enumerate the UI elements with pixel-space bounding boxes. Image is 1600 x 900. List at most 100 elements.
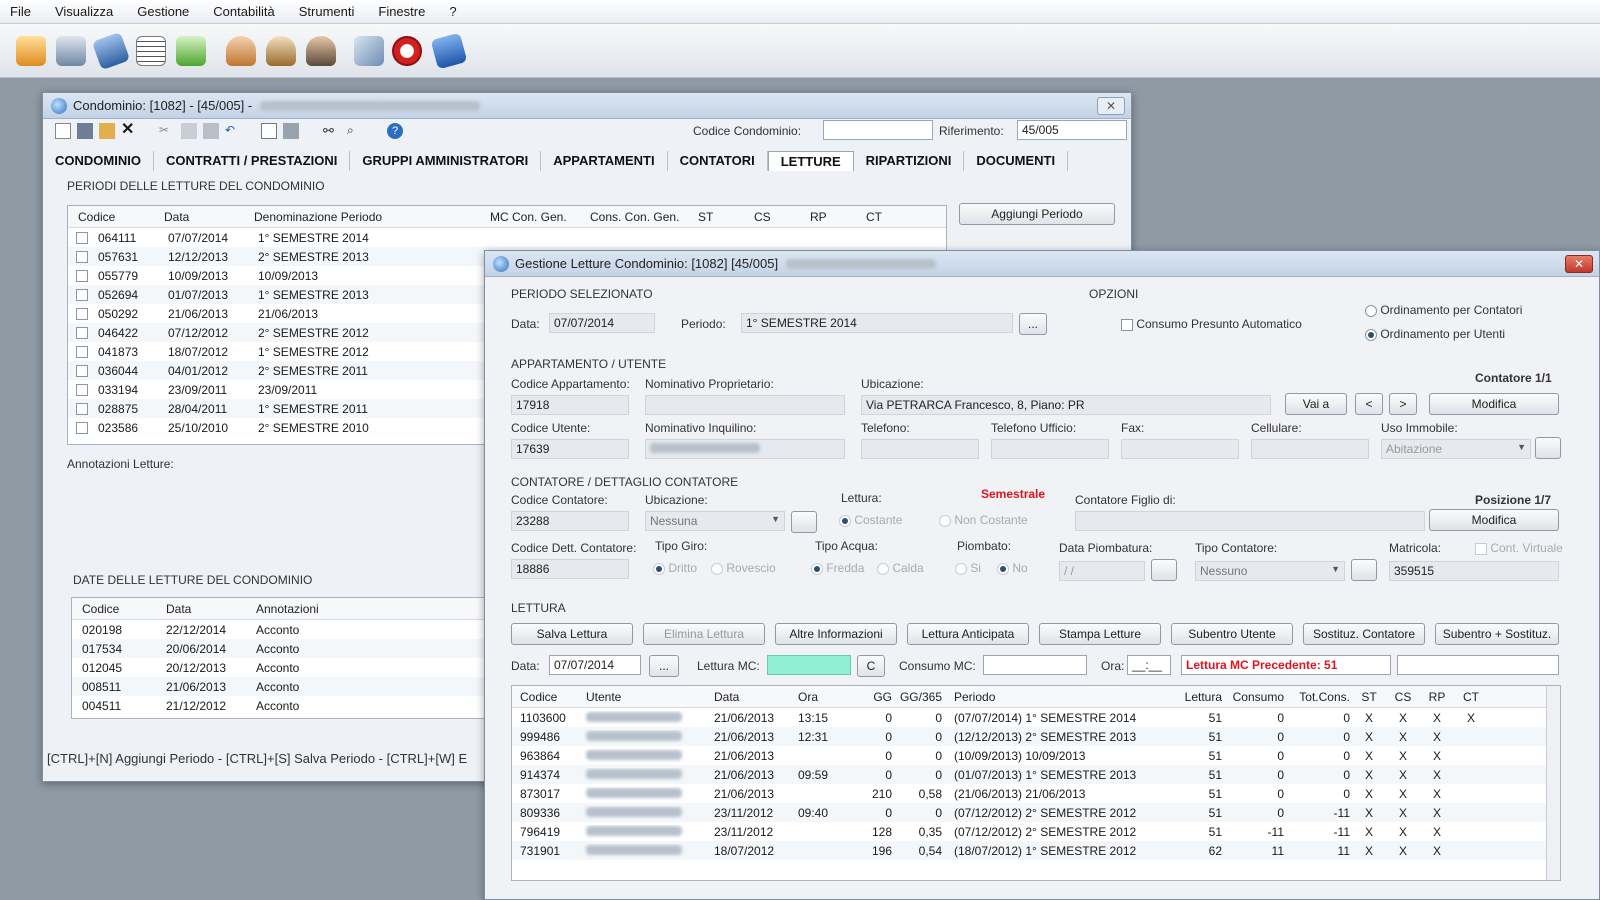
table-row[interactable]: 999486 21/06/2013 12:31 0 0 (12/12/2013) 2° S… — [512, 727, 1560, 746]
prev-button[interactable]: < — [1355, 393, 1383, 415]
book-icon[interactable] — [91, 31, 131, 71]
lettura-anticipata-button[interactable]: Lettura Anticipata — [907, 623, 1029, 645]
uso-select[interactable]: Abitazione ▼ — [1381, 439, 1531, 459]
row-checkbox[interactable] — [76, 383, 88, 396]
close-button[interactable]: ✕ — [1565, 255, 1593, 273]
elimina-lettura-button[interactable]: Elimina Lettura — [643, 623, 765, 645]
tipo-cont-select[interactable]: Nessuno ▼ — [1195, 561, 1345, 581]
check-icon[interactable] — [176, 36, 206, 66]
row-checkbox[interactable] — [76, 364, 88, 377]
data-piomb-button[interactable] — [1151, 559, 1177, 581]
uso-button[interactable] — [1535, 437, 1561, 459]
tab-appartamenti[interactable]: APPARTAMENTI — [541, 151, 668, 171]
close-button[interactable]: ✕ — [1097, 97, 1125, 115]
modifica-app-button[interactable]: Modifica — [1429, 393, 1559, 415]
next-button[interactable]: > — [1389, 393, 1417, 415]
user-icon[interactable] — [226, 36, 256, 66]
ord-contatori-radio[interactable] — [1365, 304, 1377, 317]
row-checkbox[interactable] — [76, 250, 88, 263]
tab-condominio[interactable]: CONDOMINIO — [43, 151, 154, 171]
c-button[interactable]: C — [857, 655, 885, 677]
tab-documenti[interactable]: DOCUMENTI — [964, 151, 1069, 171]
table-row[interactable]: 008511 21/06/2013 Acconto — [72, 677, 490, 696]
table-row[interactable]: 004511 21/12/2012 Acconto — [72, 696, 490, 715]
table-row[interactable]: 873017 21/06/2013 210 0,58 (21/06/2013) 21/0… — [512, 784, 1560, 803]
vai-a-button[interactable]: Vai a — [1285, 393, 1347, 415]
clock-icon[interactable] — [392, 36, 422, 66]
home-icon[interactable] — [16, 36, 46, 66]
users-icon[interactable] — [266, 36, 296, 66]
preview-icon[interactable] — [261, 123, 277, 139]
cut-icon[interactable]: ✂ — [159, 123, 175, 139]
delete-icon[interactable]: ✕ — [121, 122, 137, 139]
tab-ripartizioni[interactable]: RIPARTIZIONI — [854, 151, 965, 171]
subentro-sostituz-button[interactable]: Subentro + Sostituz. — [1435, 623, 1559, 645]
row-checkbox[interactable] — [76, 345, 88, 358]
row-checkbox[interactable] — [76, 231, 88, 244]
undo-icon[interactable]: ↶ — [225, 123, 241, 139]
table-row[interactable]: 914374 21/06/2013 09:59 0 0 (01/07/2013) 1° S… — [512, 765, 1560, 784]
aggiungi-periodo-button[interactable]: Aggiungi Periodo — [959, 203, 1115, 225]
ord-contatori-option[interactable]: Ordinamento per Contatori — [1365, 303, 1522, 317]
row-checkbox[interactable] — [76, 288, 88, 301]
table-row[interactable]: 731901 18/07/2012 196 0,54 (18/07/2012) 1° S… — [512, 841, 1560, 860]
menu-help[interactable]: ? — [449, 4, 456, 19]
tab-letture[interactable]: LETTURE — [767, 151, 854, 171]
menu-contabilita[interactable]: Contabilità — [213, 4, 274, 19]
stampa-letture-button[interactable]: Stampa Letture — [1039, 623, 1161, 645]
periodo-browse-button[interactable]: ... — [1019, 313, 1047, 335]
lettura-mc-input[interactable] — [767, 655, 851, 675]
tab-contatori[interactable]: CONTATORI — [668, 151, 768, 171]
edit-icon[interactable] — [99, 123, 115, 139]
search-icon[interactable]: ⌕ — [347, 123, 363, 139]
letture-scrollbar[interactable] — [1546, 686, 1560, 880]
data2-picker-button[interactable]: ... — [649, 655, 679, 677]
ord-utenti-option[interactable]: Ordinamento per Utenti — [1365, 327, 1505, 341]
menu-finestre[interactable]: Finestre — [378, 4, 425, 19]
subentro-utente-button[interactable]: Subentro Utente — [1171, 623, 1293, 645]
consumo-mc-input[interactable] — [983, 655, 1087, 675]
ubic2-select[interactable]: Nessuna ▼ — [645, 511, 785, 531]
row-checkbox[interactable] — [76, 307, 88, 320]
new-icon[interactable] — [55, 123, 71, 139]
ora-input[interactable]: __:__ — [1127, 655, 1171, 675]
document-list-icon[interactable] — [136, 36, 166, 66]
help-icon[interactable]: ? — [387, 123, 403, 139]
row-checkbox[interactable] — [76, 269, 88, 282]
tipo-cont-button[interactable] — [1351, 559, 1377, 581]
salva-lettura-button[interactable]: Salva Lettura — [511, 623, 633, 645]
menu-visualizza[interactable]: Visualizza — [55, 4, 113, 19]
person-icon[interactable] — [306, 36, 336, 66]
menu-strumenti[interactable]: Strumenti — [299, 4, 355, 19]
menu-gestione[interactable]: Gestione — [137, 4, 189, 19]
manual-icon[interactable] — [430, 32, 468, 70]
row-checkbox[interactable] — [76, 402, 88, 415]
table-row[interactable]: 012045 20/12/2013 Acconto — [72, 658, 490, 677]
table-row[interactable]: 020198 22/12/2014 Acconto — [72, 620, 490, 639]
table-row[interactable]: 796419 23/11/2012 128 0,35 (07/12/2012) 2° S… — [512, 822, 1560, 841]
archive-icon[interactable] — [56, 36, 86, 66]
table-row[interactable]: 017534 20/06/2014 Acconto — [72, 639, 490, 658]
ord-utenti-radio[interactable] — [1365, 328, 1377, 341]
table-row[interactable]: 809336 23/11/2012 09:40 0 0 (07/12/2012) 2° S… — [512, 803, 1560, 822]
row-checkbox[interactable] — [76, 421, 88, 434]
tab-gruppi[interactable]: GRUPPI AMMINISTRATORI — [350, 151, 542, 171]
tab-contratti[interactable]: CONTRATTI / PRESTAZIONI — [154, 151, 351, 171]
consumo-presunto-checkbox[interactable] — [1121, 318, 1133, 331]
modifica-cont-button[interactable]: Modifica — [1429, 509, 1559, 531]
copy-icon[interactable] — [181, 123, 197, 139]
ubic2-button[interactable] — [791, 511, 817, 533]
consumo-presunto-option[interactable]: Consumo Presunto Automatico — [1121, 317, 1302, 331]
data2-input[interactable]: 07/07/2014 — [549, 655, 641, 675]
row-checkbox[interactable] — [76, 326, 88, 339]
edit-icon[interactable] — [354, 36, 384, 66]
codice-condominio-input[interactable] — [823, 120, 933, 140]
menu-file[interactable]: File — [10, 4, 31, 19]
sostituz-contatore-button[interactable]: Sostituz. Contatore — [1303, 623, 1425, 645]
table-row[interactable]: 1103600 21/06/2013 13:15 0 0 (07/07/2014) 1° … — [512, 708, 1560, 727]
table-row[interactable]: 064111 07/07/2014 1° SEMESTRE 2014 — [68, 228, 946, 247]
paste-icon[interactable] — [203, 123, 219, 139]
riferimento-input[interactable]: 45/005 — [1017, 120, 1127, 140]
table-row[interactable]: 963864 21/06/2013 0 0 (10/09/2013) 10/09/201… — [512, 746, 1560, 765]
altre-informazioni-button[interactable]: Altre Informazioni — [775, 623, 897, 645]
